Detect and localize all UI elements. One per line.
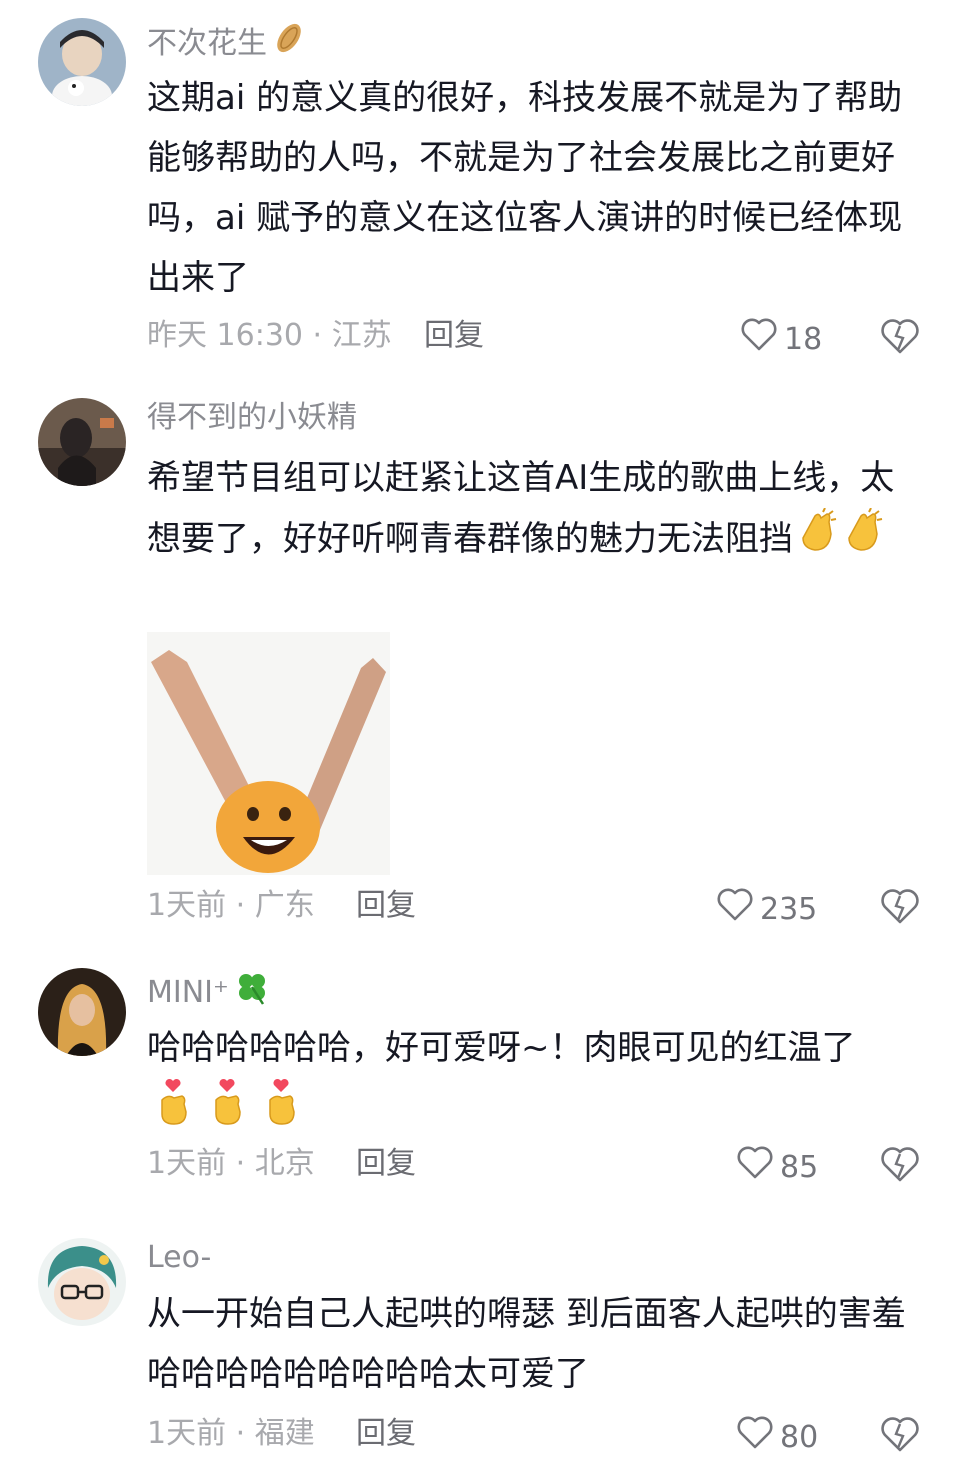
dislike-icon[interactable] (880, 1144, 920, 1184)
four-leaf-clover-icon (233, 968, 271, 1017)
avatar[interactable] (38, 18, 126, 106)
like-count: 80 (780, 1419, 819, 1455)
like-count: 85 (780, 1149, 819, 1185)
heart-icon (736, 1414, 774, 1461)
like-count: 18 (784, 321, 823, 357)
like-button[interactable]: 85 (736, 1144, 818, 1191)
dislike-icon[interactable] (880, 316, 920, 356)
username[interactable]: 得不到的小妖精 (147, 398, 357, 438)
comment-meta: 1天前 · 广东 (147, 888, 315, 923)
comment-text: 从一开始自己人起哄的嘚瑟 到后面客人起哄的害羞哈哈哈哈哈哈哈哈哈太可爱了 (147, 1294, 906, 1394)
comment-text: 这期ai 的意义真的很好，科技发展不就是为了帮助能够帮助的人吗，不就是为了社会发… (147, 78, 903, 298)
finger-heart-icon (260, 1078, 302, 1130)
reply-button[interactable]: 回复 (356, 1414, 416, 1454)
like-button[interactable]: 80 (736, 1414, 818, 1461)
username[interactable]: 不次花生 (147, 20, 307, 67)
comment-text: 希望节目组可以赶紧让这首AI生成的歌曲上线，太想要了，好好听啊青春群像的魅力无法… (147, 448, 917, 573)
comment-meta: 1天前 · 福建 (147, 1416, 315, 1451)
heart-icon (736, 1144, 774, 1191)
sticker-image[interactable] (147, 632, 390, 875)
comment-item: 不次花生 这期ai 的意义真的很好，科技发展不就是为了帮助能够帮助的人吗，不就是… (0, 0, 960, 380)
reply-button[interactable]: 回复 (356, 1144, 416, 1184)
clapping-hands-icon (793, 507, 839, 573)
comment-meta: 1天前 · 北京 (147, 1146, 315, 1181)
heart-icon (716, 886, 754, 933)
avatar[interactable] (38, 1238, 126, 1326)
reply-button[interactable]: 回复 (356, 886, 416, 926)
emoji-row (152, 1078, 302, 1130)
finger-heart-icon (206, 1078, 248, 1130)
dislike-icon[interactable] (880, 886, 920, 926)
like-button[interactable]: 235 (716, 886, 817, 933)
heart-icon (740, 316, 778, 363)
like-button[interactable]: 18 (740, 316, 822, 363)
avatar[interactable] (38, 968, 126, 1056)
avatar[interactable] (38, 398, 126, 486)
clapping-hands-icon (839, 507, 885, 573)
dislike-icon[interactable] (880, 1414, 920, 1454)
finger-heart-icon (152, 1078, 194, 1130)
like-count: 235 (760, 891, 818, 927)
peanut-icon (271, 20, 307, 67)
comment-text: 哈哈哈哈哈哈，好可爱呀~！肉眼可见的红温了 (147, 1028, 856, 1068)
comment-item: Leo- 从一开始自己人起哄的嘚瑟 到后面客人起哄的害羞哈哈哈哈哈哈哈哈哈太可爱… (0, 1220, 960, 1479)
username[interactable]: MINI⁺ (147, 968, 271, 1017)
comment-meta: 昨天 16:30 · 江苏 (147, 318, 392, 353)
reply-button[interactable]: 回复 (424, 316, 484, 356)
username[interactable]: Leo- (147, 1238, 211, 1278)
comment-item: MINI⁺ 哈哈哈哈哈哈，好可爱呀~！肉眼可见的红温了 1天前 · 北京 回复 … (0, 950, 960, 1230)
comment-item: 得不到的小妖精 希望节目组可以赶紧让这首AI生成的歌曲上线，太想要了，好好听啊青… (0, 380, 960, 950)
